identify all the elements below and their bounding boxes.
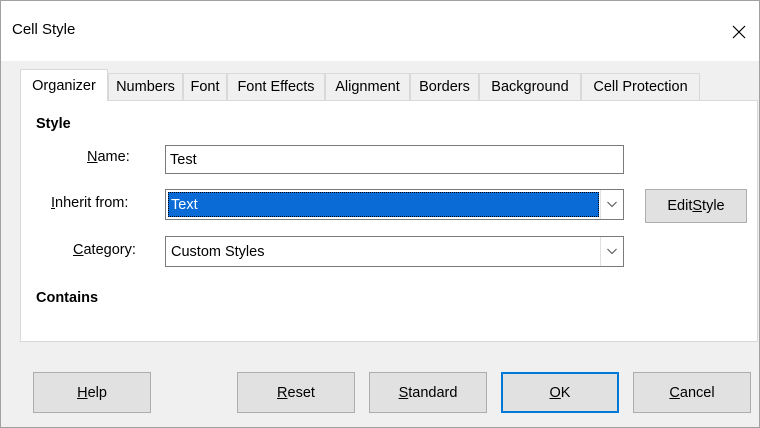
title-bar: Cell Style xyxy=(1,1,759,61)
tab-background[interactable]: Background xyxy=(479,73,581,100)
ok-button[interactable]: OK xyxy=(501,372,619,413)
tab-cell-protection[interactable]: Cell Protection xyxy=(581,73,700,100)
window-title: Cell Style xyxy=(12,21,76,38)
tab-numbers[interactable]: Numbers xyxy=(108,73,183,100)
organizer-panel: Style Name: Test Inherit from: Text Edit… xyxy=(20,100,758,342)
inherit-from-dropdown-button[interactable] xyxy=(600,190,623,219)
tab-alignment[interactable]: Alignment xyxy=(325,73,410,100)
inherit-from-value: Text xyxy=(168,192,599,217)
inherit-from-select[interactable]: Text xyxy=(165,189,624,220)
category-select[interactable]: Custom Styles xyxy=(165,236,624,267)
chevron-down-icon xyxy=(607,248,617,255)
cell-style-dialog: Cell Style Organizer Numbers Font Font E… xyxy=(0,0,760,428)
name-field[interactable]: Test xyxy=(165,145,624,174)
close-icon xyxy=(732,25,746,39)
tab-font-effects[interactable]: Font Effects xyxy=(227,73,325,100)
help-button[interactable]: Help xyxy=(33,372,151,413)
contains-section-heading: Contains xyxy=(36,290,99,306)
category-value: Custom Styles xyxy=(171,243,265,260)
cancel-button[interactable]: Cancel xyxy=(633,372,751,413)
name-label: Name: xyxy=(87,149,130,165)
tab-organizer[interactable]: Organizer xyxy=(20,69,108,101)
standard-button[interactable]: Standard xyxy=(369,372,487,413)
style-section-heading: Style xyxy=(36,116,71,132)
category-dropdown-button[interactable] xyxy=(600,237,623,266)
tab-borders[interactable]: Borders xyxy=(410,73,479,100)
tab-font[interactable]: Font xyxy=(183,73,227,100)
category-label: Category: xyxy=(73,242,136,258)
chevron-down-icon xyxy=(607,201,617,208)
inherit-from-label: Inherit from: xyxy=(51,195,129,211)
close-button[interactable] xyxy=(719,13,759,51)
reset-button[interactable]: Reset xyxy=(237,372,355,413)
edit-style-button[interactable]: Edit Style xyxy=(645,189,747,223)
